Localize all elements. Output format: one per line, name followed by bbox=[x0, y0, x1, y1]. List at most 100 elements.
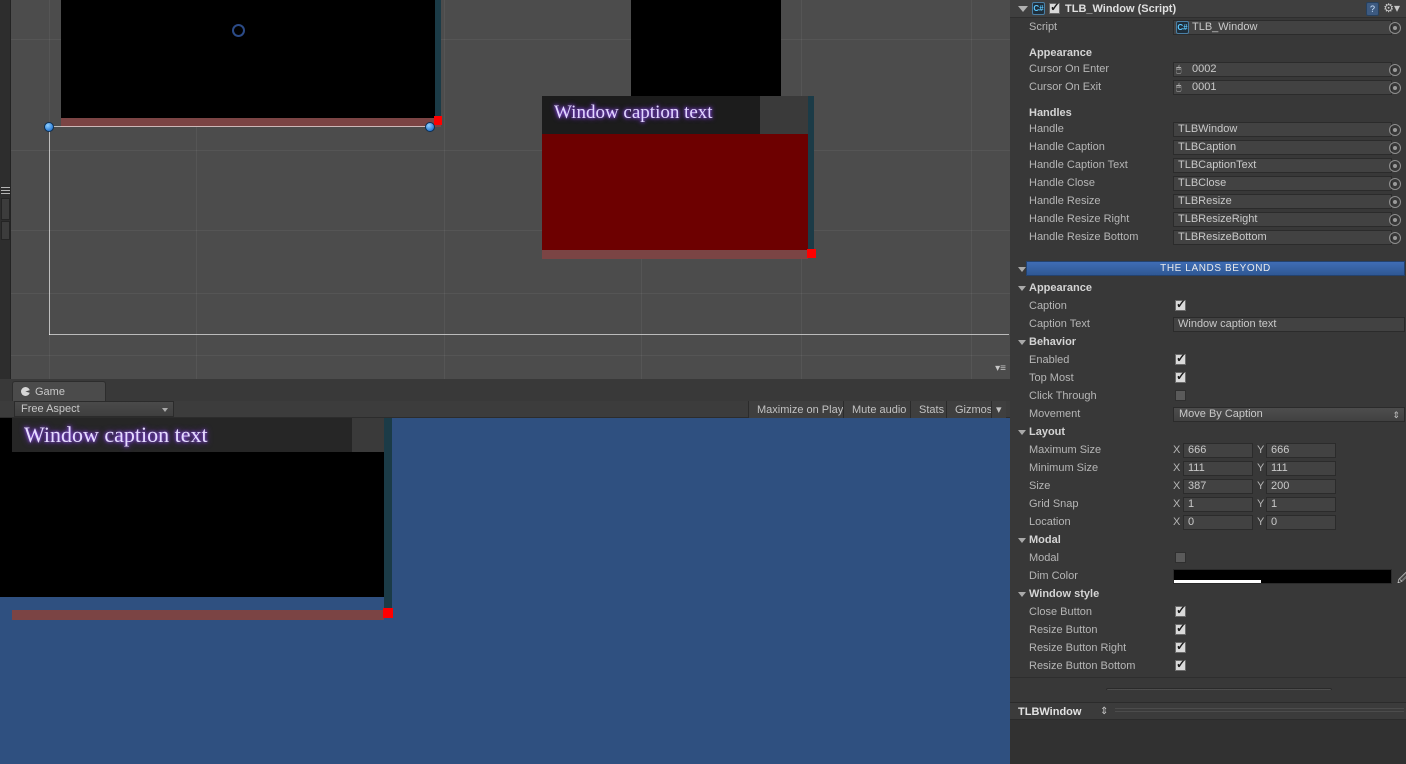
handle-field[interactable]: TLBWindow bbox=[1173, 122, 1392, 137]
inspector-footer-body bbox=[1010, 720, 1406, 764]
click-through-checkbox[interactable] bbox=[1175, 390, 1186, 401]
handle-resize-right-field[interactable]: TLBResizeRight bbox=[1173, 212, 1392, 227]
row-close-button: Close Button bbox=[1010, 603, 1406, 621]
chevron-down-icon[interactable] bbox=[1018, 267, 1026, 272]
cursor-on-enter-object-picker[interactable] bbox=[1389, 64, 1401, 76]
panel-options-icon[interactable]: ▾≡ bbox=[995, 363, 1006, 374]
chevron-down-icon[interactable] bbox=[1018, 592, 1026, 597]
enabled-label: Enabled bbox=[1029, 354, 1070, 366]
location-y-field[interactable]: 0 bbox=[1266, 515, 1336, 530]
script-field[interactable]: TLB_Window bbox=[1173, 20, 1392, 35]
enabled-checkbox[interactable] bbox=[1175, 352, 1186, 365]
row-behavior-header[interactable]: Behavior bbox=[1010, 333, 1406, 351]
size-x-field[interactable]: 387 bbox=[1183, 479, 1253, 494]
handle-resize-right-object-picker[interactable] bbox=[1389, 214, 1401, 226]
chevron-down-icon[interactable] bbox=[1018, 430, 1026, 435]
scene-handle-left[interactable] bbox=[44, 122, 54, 132]
game-window-1-caption-text: Window caption text bbox=[24, 422, 208, 447]
menu-hamburger-icon[interactable] bbox=[1, 187, 10, 195]
chevron-down-icon[interactable] bbox=[1018, 5, 1028, 12]
game-window-1-resize-bottom[interactable] bbox=[12, 610, 384, 620]
handle-resize-bottom-field[interactable]: TLBResizeBottom bbox=[1173, 230, 1392, 245]
footer-tag-label[interactable]: TLBWindow bbox=[1018, 704, 1081, 720]
movement-dropdown[interactable]: Move By Caption ⇕ bbox=[1173, 407, 1405, 422]
handle-resize-object-picker[interactable] bbox=[1389, 196, 1401, 208]
row-modal-header[interactable]: Modal bbox=[1010, 531, 1406, 549]
scene-pivot-circle-handle[interactable] bbox=[232, 24, 245, 37]
caption-text-field[interactable]: Window caption text bbox=[1173, 317, 1405, 332]
csharp-script-icon: C# bbox=[1032, 2, 1045, 15]
click-through-label: Click Through bbox=[1029, 390, 1097, 402]
row-handle-resize: Handle Resize TLBResize bbox=[1010, 192, 1406, 210]
grid-snap-x-field[interactable]: 1 bbox=[1183, 497, 1253, 512]
stepper-icon[interactable]: ⇕ bbox=[1100, 704, 1108, 720]
handle-caption-label: Handle Caption bbox=[1029, 141, 1105, 153]
row-caption: Caption bbox=[1010, 297, 1406, 315]
close-button-checkbox[interactable] bbox=[1175, 604, 1186, 617]
handles-header: Handles bbox=[1029, 107, 1072, 119]
row-window-style-header[interactable]: Window style bbox=[1010, 585, 1406, 603]
handle-caption-text-field[interactable]: TLBCaptionText bbox=[1173, 158, 1392, 173]
size-label: Size bbox=[1029, 480, 1051, 492]
tab-game[interactable]: Game bbox=[12, 381, 106, 401]
game-render-view[interactable]: Window caption text Button Window captio… bbox=[0, 418, 1010, 764]
mute-audio-button[interactable]: Mute audio bbox=[843, 401, 915, 418]
row-location: Location X 0 Y 0 bbox=[1010, 513, 1406, 531]
minimum-size-y-field[interactable]: 111 bbox=[1266, 461, 1336, 476]
aspect-ratio-dropdown[interactable]: Free Aspect bbox=[14, 401, 174, 417]
row-cursor-on-enter: Cursor On Enter 0002 🖱 bbox=[1010, 60, 1406, 78]
gizmos-dropdown-arrow[interactable]: ▾ bbox=[991, 401, 1006, 418]
script-object-picker[interactable] bbox=[1389, 22, 1401, 34]
inspector-footer-bar: TLBWindow ⇕ bbox=[1010, 702, 1406, 720]
game-window-1-resize-right[interactable] bbox=[384, 418, 392, 614]
grid-snap-y-field[interactable]: 1 bbox=[1266, 497, 1336, 512]
scene-grid-line bbox=[11, 293, 1010, 294]
scene-window-2-close-button bbox=[760, 96, 808, 134]
modal-label: Modal bbox=[1029, 552, 1059, 564]
cursor-on-exit-object-picker[interactable] bbox=[1389, 82, 1401, 94]
dim-color-swatch[interactable] bbox=[1173, 569, 1392, 584]
chevron-down-icon[interactable] bbox=[1018, 286, 1026, 291]
side-tool-button-2[interactable] bbox=[1, 221, 10, 240]
chevron-down-icon[interactable] bbox=[1018, 538, 1026, 543]
minimum-size-label: Minimum Size bbox=[1029, 462, 1099, 474]
handle-resize-bottom-object-picker[interactable] bbox=[1389, 232, 1401, 244]
gear-icon[interactable]: ⚙▾ bbox=[1383, 2, 1400, 15]
maximum-size-x-field[interactable]: 666 bbox=[1183, 443, 1253, 458]
handle-object-picker[interactable] bbox=[1389, 124, 1401, 136]
location-x-field[interactable]: 0 bbox=[1183, 515, 1253, 530]
inspector-scroll-area: C# TLB_Window (Script) ? ⚙▾ Script TLB_W… bbox=[1010, 0, 1406, 690]
maximize-on-play-button[interactable]: Maximize on Play bbox=[748, 401, 852, 418]
resize-button-bottom-checkbox[interactable] bbox=[1175, 658, 1186, 671]
cursor-on-exit-field[interactable]: 0001 bbox=[1173, 80, 1392, 95]
resize-button-checkbox[interactable] bbox=[1175, 622, 1186, 635]
banner-the-lands-beyond[interactable]: THE LANDS BEYOND bbox=[1026, 261, 1405, 276]
cursor-on-enter-field[interactable]: 0002 bbox=[1173, 62, 1392, 77]
caption-checkbox[interactable] bbox=[1175, 298, 1186, 311]
row-appearance2-header[interactable]: Appearance bbox=[1010, 279, 1406, 297]
scene-axis-line-horizontal bbox=[49, 334, 1009, 335]
handle-resize-field[interactable]: TLBResize bbox=[1173, 194, 1392, 209]
scene-view[interactable]: Window caption text bbox=[11, 0, 1010, 379]
top-most-checkbox[interactable] bbox=[1175, 370, 1186, 383]
handle-caption-object-picker[interactable] bbox=[1389, 142, 1401, 154]
handle-caption-field[interactable]: TLBCaption bbox=[1173, 140, 1392, 155]
component-enabled-checkbox[interactable] bbox=[1049, 1, 1060, 14]
modal-checkbox[interactable] bbox=[1175, 552, 1186, 563]
maximum-size-y-field[interactable]: 666 bbox=[1266, 443, 1336, 458]
row-layout-header[interactable]: Layout bbox=[1010, 423, 1406, 441]
resize-button-right-checkbox[interactable] bbox=[1175, 640, 1186, 653]
side-tool-button-1[interactable] bbox=[1, 198, 10, 220]
caption-label: Caption bbox=[1029, 300, 1067, 312]
minimum-size-x-field[interactable]: 111 bbox=[1183, 461, 1253, 476]
handle-close-object-picker[interactable] bbox=[1389, 178, 1401, 190]
component-header-tlb-window[interactable]: C# TLB_Window (Script) ? ⚙▾ bbox=[1010, 0, 1406, 18]
help-icon[interactable]: ? bbox=[1366, 2, 1379, 16]
game-window-1-resize-corner[interactable] bbox=[383, 608, 393, 618]
handle-close-field[interactable]: TLBClose bbox=[1173, 176, 1392, 191]
chevron-down-icon[interactable] bbox=[1018, 340, 1026, 345]
scene-handle-right[interactable] bbox=[425, 122, 435, 132]
size-y-field[interactable]: 200 bbox=[1266, 479, 1336, 494]
handle-caption-text-object-picker[interactable] bbox=[1389, 160, 1401, 172]
add-component-button[interactable]: Add Component bbox=[1106, 688, 1332, 690]
